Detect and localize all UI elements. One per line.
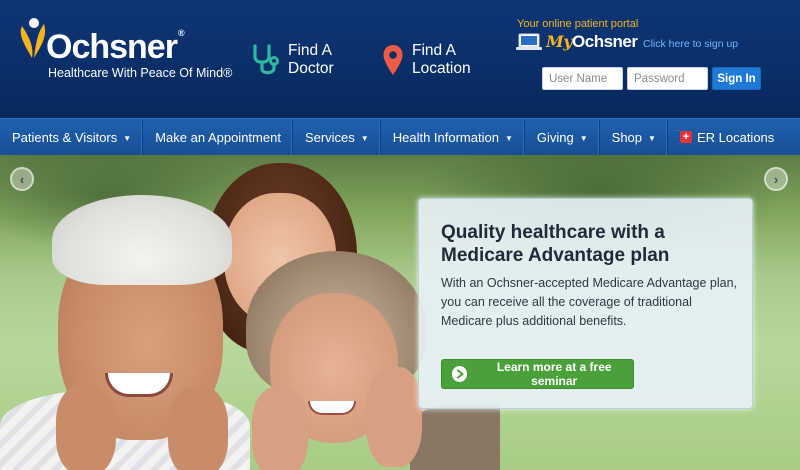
- hero-photo-woman-smile: [308, 401, 356, 415]
- map-pin-icon: [383, 45, 403, 75]
- chevron-down-icon: ▼: [504, 133, 513, 143]
- hero-photo-woman-shirt: [410, 405, 500, 470]
- nav-item-label: ER Locations: [696, 129, 775, 145]
- logo-tagline: Healthcare With Peace Of Mind®: [48, 66, 233, 80]
- chevron-down-icon: ▼: [360, 133, 369, 143]
- nav-item-label: Health Information: [392, 129, 499, 145]
- find-doctor-line1: Find A: [288, 42, 332, 59]
- find-a-location-link[interactable]: Find A Location: [382, 40, 492, 80]
- ochsner-logo[interactable]: Ochsner® Healthcare With Peace Of Mind®: [14, 14, 232, 84]
- main-navigation: Patients & Visitors ▼ Make an Appointment…: [0, 118, 800, 155]
- nav-item-er-locations[interactable]: + ER Locations: [668, 119, 785, 155]
- er-plus-icon: +: [679, 131, 692, 143]
- nav-item-label: Shop: [611, 129, 643, 145]
- nav-item-giving[interactable]: Giving ▼: [525, 119, 600, 155]
- find-a-doctor-link[interactable]: Find A Doctor: [250, 40, 368, 80]
- learn-more-seminar-button[interactable]: Learn more at a free seminar: [441, 359, 634, 389]
- nav-item-services[interactable]: Services ▼: [293, 119, 381, 155]
- sign-in-button[interactable]: Sign In: [712, 67, 761, 90]
- nav-item-label: Services: [304, 129, 355, 145]
- carousel-prev-arrow-icon[interactable]: ‹: [10, 167, 34, 191]
- myochsner-logo[interactable]: MyOchsner: [516, 30, 638, 54]
- medicare-promo-panel: Quality healthcare with a Medicare Advan…: [418, 198, 753, 409]
- laptop-icon: [516, 33, 542, 50]
- password-input[interactable]: [627, 67, 708, 90]
- play-arrow-icon: [452, 366, 468, 382]
- nav-item-shop[interactable]: Shop ▼: [600, 119, 668, 155]
- nav-item-label: Giving: [536, 129, 574, 145]
- promo-title: Quality healthcare with a Medicare Advan…: [441, 222, 670, 266]
- nav-item-label: Patients & Visitors: [12, 129, 118, 145]
- find-location-line2: Location: [412, 60, 471, 77]
- logo-registered-mark: ®: [177, 28, 185, 38]
- hero-photo-man-hand: [56, 385, 116, 470]
- nav-item-health-information[interactable]: Health Information ▼: [381, 119, 525, 155]
- nav-item-make-appointment[interactable]: Make an Appointment: [143, 119, 293, 155]
- hero-photo-man-hair: [52, 195, 232, 285]
- chevron-down-icon: ▼: [648, 133, 656, 143]
- username-input[interactable]: [542, 67, 623, 90]
- find-location-line1: Find A: [412, 42, 456, 59]
- myochsner-name: Ochsner: [572, 32, 638, 51]
- stethoscope-icon: [253, 44, 279, 75]
- portal-caption: Your online patient portal: [517, 18, 639, 30]
- learn-more-label: Learn more at a free seminar: [496, 360, 612, 388]
- patient-portal-login: Your online patient portal MyOchsner Cli…: [514, 14, 794, 104]
- site-header: Ochsner® Healthcare With Peace Of Mind® …: [0, 0, 800, 118]
- promo-body: With an Ochsner-accepted Medicare Advant…: [441, 276, 738, 328]
- hero-photo-woman-hand: [366, 367, 422, 467]
- hero-photo-woman-hand: [252, 387, 308, 470]
- find-doctor-line2: Doctor: [288, 60, 334, 77]
- logo-wordmark: Ochsner: [46, 28, 178, 66]
- chevron-down-icon: ▼: [123, 133, 132, 143]
- carousel-next-arrow-icon[interactable]: ›: [764, 167, 788, 191]
- myochsner-my: My: [546, 32, 573, 51]
- nav-item-label: Make an Appointment: [155, 129, 281, 145]
- hero-carousel: ‹ › Quality healthcare with a Medicare A…: [0, 155, 800, 470]
- nav-item-patients-visitors[interactable]: Patients & Visitors ▼: [0, 119, 144, 155]
- portal-signup-link[interactable]: Click here to sign up: [643, 38, 738, 50]
- chevron-down-icon: ▼: [579, 133, 588, 143]
- hero-photo-man-hand: [168, 387, 228, 470]
